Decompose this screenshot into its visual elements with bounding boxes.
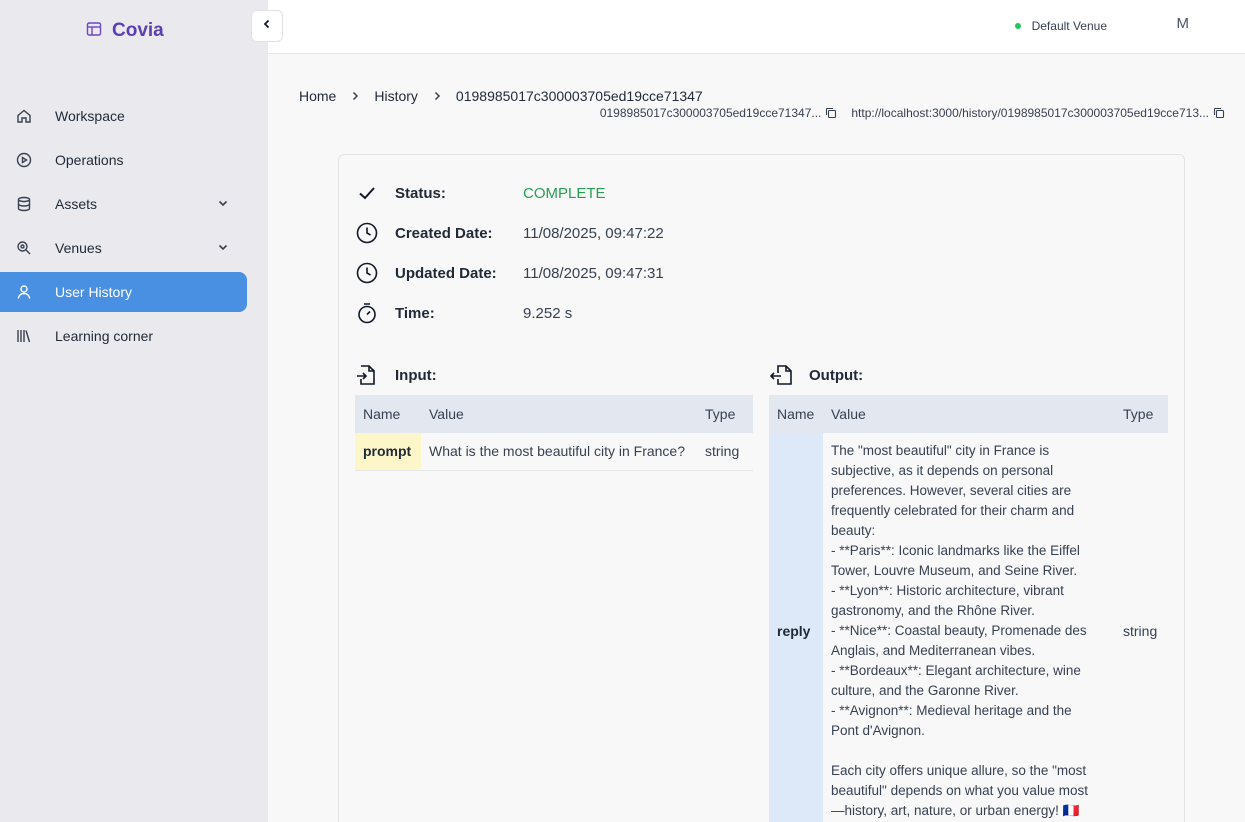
time-label: Time: <box>395 304 435 322</box>
param-name: prompt <box>355 433 421 471</box>
history-detail-card: Status: COMPLETE Created Date: 11/08/202… <box>338 154 1185 822</box>
updated-row: Updated Date: 11/08/2025, 09:47:31 <box>355 261 664 285</box>
history-url-text: http://localhost:3000/history/0198985017… <box>851 106 1209 120</box>
input-title: Input: <box>395 366 437 384</box>
copy-row: 0198985017c300003705ed19cce71347... http… <box>600 106 1225 120</box>
column-header-value: Value <box>823 395 1115 433</box>
updated-value: 11/08/2025, 09:47:31 <box>523 264 664 282</box>
output-table: Name Value Type reply The "most beautifu… <box>769 395 1168 822</box>
table-row: reply The "most beautiful" city in Franc… <box>769 433 1168 822</box>
column-header-name: Name <box>769 395 823 433</box>
status-label: Status: <box>395 184 446 202</box>
home-icon <box>15 107 33 125</box>
brand[interactable]: Covia <box>86 20 164 42</box>
created-label: Created Date: <box>395 224 493 242</box>
status-value: COMPLETE <box>523 184 606 202</box>
time-value: 9.252 s <box>523 304 573 322</box>
param-value: What is the most beautiful city in Franc… <box>421 433 697 471</box>
created-row: Created Date: 11/08/2025, 09:47:22 <box>355 221 664 245</box>
column-header-value: Value <box>421 395 697 433</box>
history-id-text: 0198985017c300003705ed19cce71347... <box>599 106 822 120</box>
param-name: reply <box>769 433 823 822</box>
chevron-down-icon[interactable] <box>217 196 229 212</box>
sidebar-item-label: Learning corner <box>55 328 154 344</box>
check-icon <box>355 181 379 205</box>
table-row: prompt What is the most beautiful city i… <box>355 433 753 471</box>
sidebar-item-label: Workspace <box>55 108 125 124</box>
breadcrumb-home[interactable]: Home <box>299 88 336 104</box>
sidebar-item-label: Operations <box>55 152 124 168</box>
sidebar-item-venues[interactable]: Venues <box>0 228 247 268</box>
sidebar-item-learning-corner[interactable]: Learning corner <box>0 316 247 356</box>
file-export-icon <box>769 363 793 387</box>
clock-icon <box>355 261 379 285</box>
breadcrumb-history[interactable]: History <box>374 88 418 104</box>
file-import-icon <box>355 363 379 387</box>
database-icon <box>15 195 33 213</box>
play-circle-icon <box>15 151 33 169</box>
param-value: The "most beautiful" city in France is s… <box>823 433 1115 822</box>
sidebar-item-label: Assets <box>55 196 98 212</box>
table-header-row: Name Value Type <box>769 395 1168 433</box>
chevron-right-icon <box>350 91 360 101</box>
sidebar-item-assets[interactable]: Assets <box>0 184 247 224</box>
sidebar-item-workspace[interactable]: Workspace <box>0 96 247 136</box>
map-pin-icon <box>15 239 33 257</box>
user-icon <box>15 283 33 301</box>
breadcrumb: Home History 0198985017c300003705ed19cce… <box>299 88 703 104</box>
sidebar-nav: Workspace Operations Assets Venues User … <box>0 92 268 360</box>
collapse-sidebar-button[interactable] <box>251 10 283 42</box>
table-header-row: Name Value Type <box>355 395 753 433</box>
brand-name: Covia <box>112 20 164 41</box>
output-section-title: Output: <box>769 363 863 387</box>
sidebar-item-label: Venues <box>55 240 102 256</box>
stopwatch-icon <box>355 301 379 325</box>
breadcrumb-current: 0198985017c300003705ed19cce71347 <box>455 88 703 104</box>
sidebar-item-label: User History <box>55 284 133 300</box>
updated-label: Updated Date: <box>395 264 497 282</box>
status-row: Status: COMPLETE <box>355 181 606 205</box>
reply-text: The "most beautiful" city in France is s… <box>831 443 1088 818</box>
column-header-type: Type <box>1115 395 1168 433</box>
created-value: 11/08/2025, 09:47:22 <box>523 224 664 242</box>
output-title: Output: <box>809 366 864 384</box>
chevron-right-icon <box>432 91 442 101</box>
param-type: string <box>697 433 753 471</box>
layout-icon <box>86 21 102 42</box>
library-icon <box>15 327 33 345</box>
venue-label: Default Venue <box>1031 19 1107 33</box>
sidebar-item-operations[interactable]: Operations <box>0 140 247 180</box>
avatar[interactable]: M <box>1177 15 1190 32</box>
column-header-type: Type <box>697 395 753 433</box>
clock-icon <box>355 221 379 245</box>
venue-selector[interactable]: Default Venue <box>1014 19 1107 33</box>
sidebar-item-user-history[interactable]: User History <box>0 272 247 312</box>
top-bar: Default Venue M <box>268 0 1245 54</box>
time-row: Time: 9.252 s <box>355 301 572 325</box>
chevron-left-icon <box>261 17 273 35</box>
input-section-title: Input: <box>355 363 437 387</box>
sidebar: Covia Workspace Operations Assets Venues… <box>0 0 268 822</box>
copy-icon[interactable] <box>825 107 837 119</box>
copy-icon[interactable] <box>1213 107 1225 119</box>
param-type: string <box>1115 433 1168 822</box>
chevron-down-icon[interactable] <box>217 240 229 256</box>
column-header-name: Name <box>355 395 421 433</box>
venue-status-dot <box>1014 23 1021 29</box>
input-table: Name Value Type prompt What is the most … <box>355 395 753 471</box>
